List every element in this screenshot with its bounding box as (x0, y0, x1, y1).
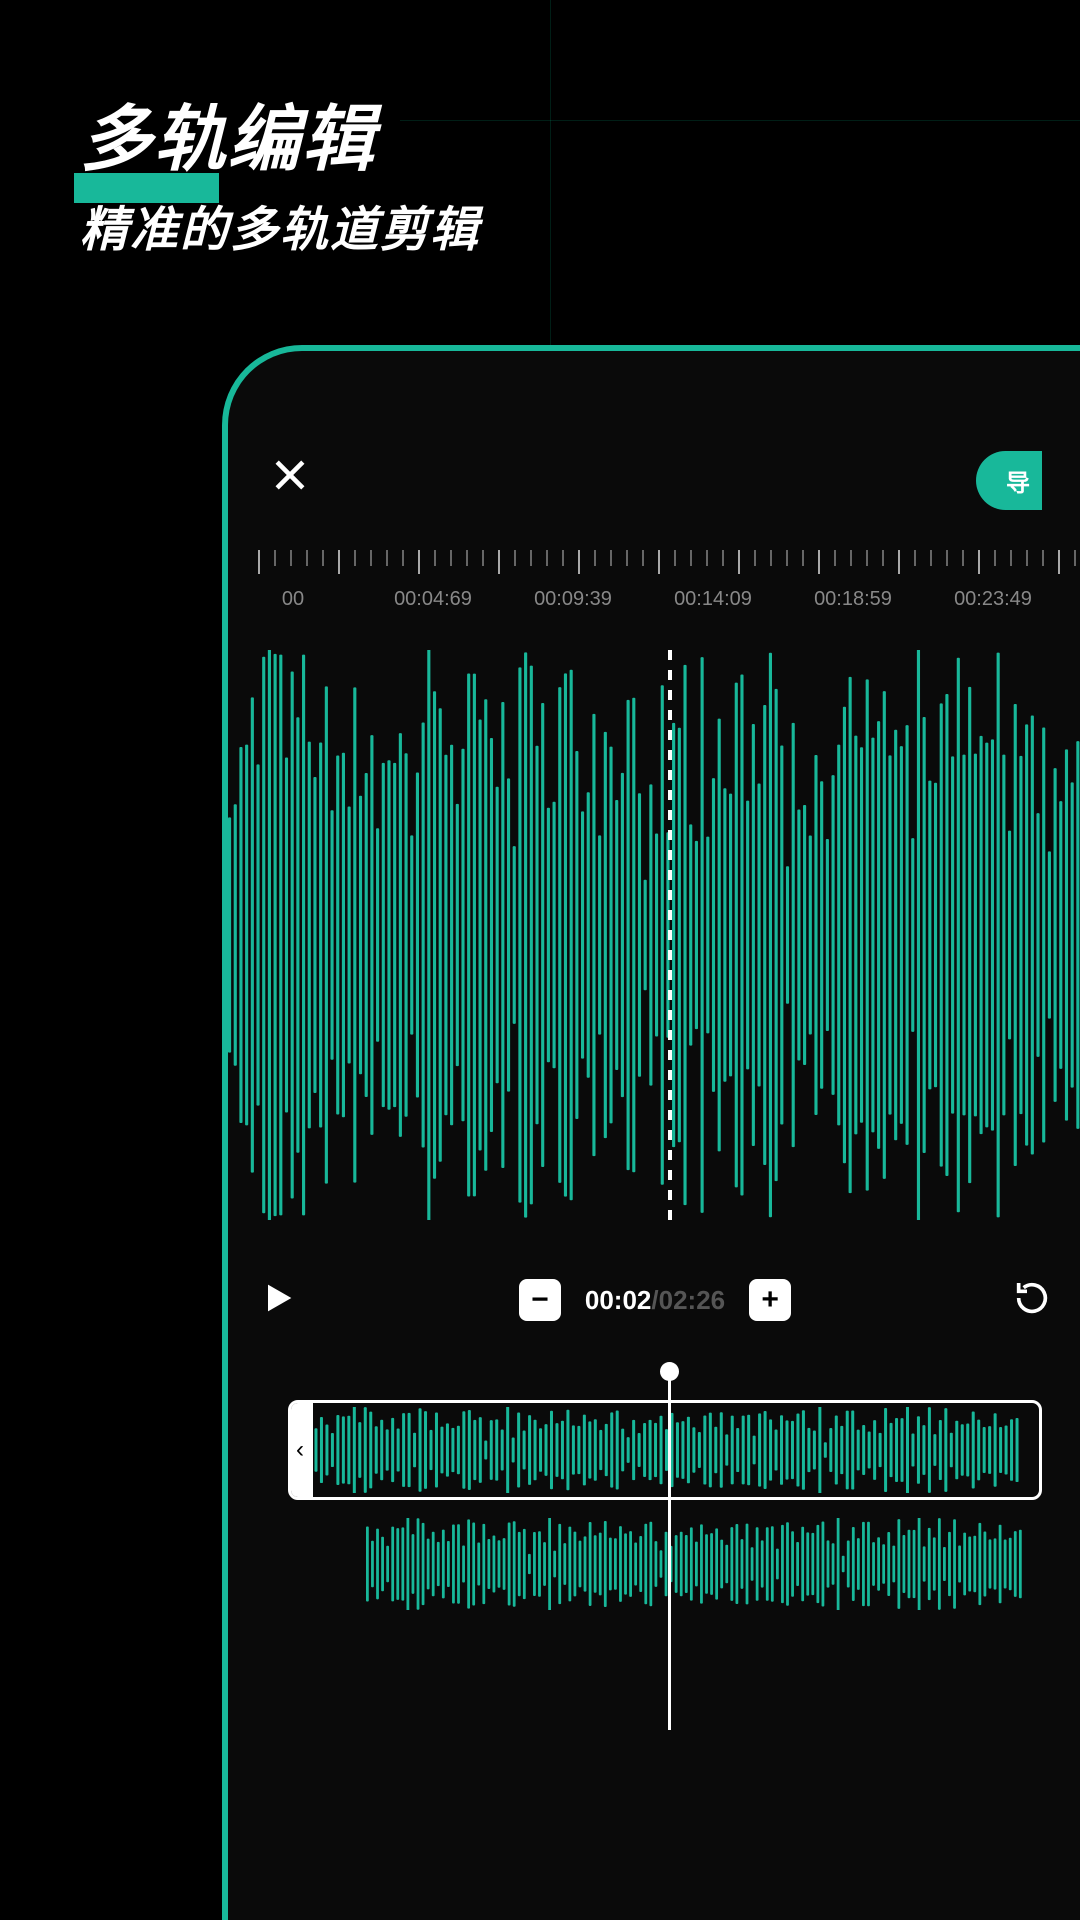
current-time: 00:02 (585, 1285, 652, 1315)
promo-title: 多轨编辑 (80, 80, 376, 185)
audio-clip[interactable] (348, 1514, 1042, 1614)
undo-icon[interactable] (1012, 1278, 1052, 1323)
editor-header: 导 (228, 351, 1080, 550)
total-time: 02:26 (659, 1285, 726, 1315)
track-playhead[interactable] (668, 1370, 671, 1730)
promo-title-block: 多轨编辑 (80, 80, 376, 185)
timeline-ruler[interactable]: 0000:04:6900:09:3900:14:0900:18:5900:23:… (228, 550, 1080, 630)
ruler-labels: 0000:04:6900:09:3900:14:0900:18:5900:23:… (228, 580, 1080, 611)
playback-controls: − 00:02/02:26 + (228, 1250, 1080, 1350)
export-button[interactable]: 导 (976, 451, 1042, 510)
close-icon[interactable] (268, 453, 312, 508)
play-button[interactable] (258, 1278, 298, 1323)
zoom-out-button[interactable]: − (519, 1279, 561, 1321)
zoom-in-button[interactable]: + (749, 1279, 791, 1321)
multitrack-area: ‹ (228, 1400, 1080, 1614)
track-row: ‹ (288, 1400, 1042, 1500)
time-display: 00:02/02:26 (585, 1285, 725, 1316)
track-row (288, 1514, 1042, 1614)
main-waveform[interactable] (228, 650, 1080, 1220)
clip-handle-left[interactable]: ‹ (288, 1403, 313, 1497)
ruler-ticks (228, 550, 1080, 580)
device-frame: 导 0000:04:6900:09:3900:14:0900:18:5900:2… (222, 345, 1080, 1920)
audio-clip[interactable]: ‹ (288, 1400, 1042, 1500)
